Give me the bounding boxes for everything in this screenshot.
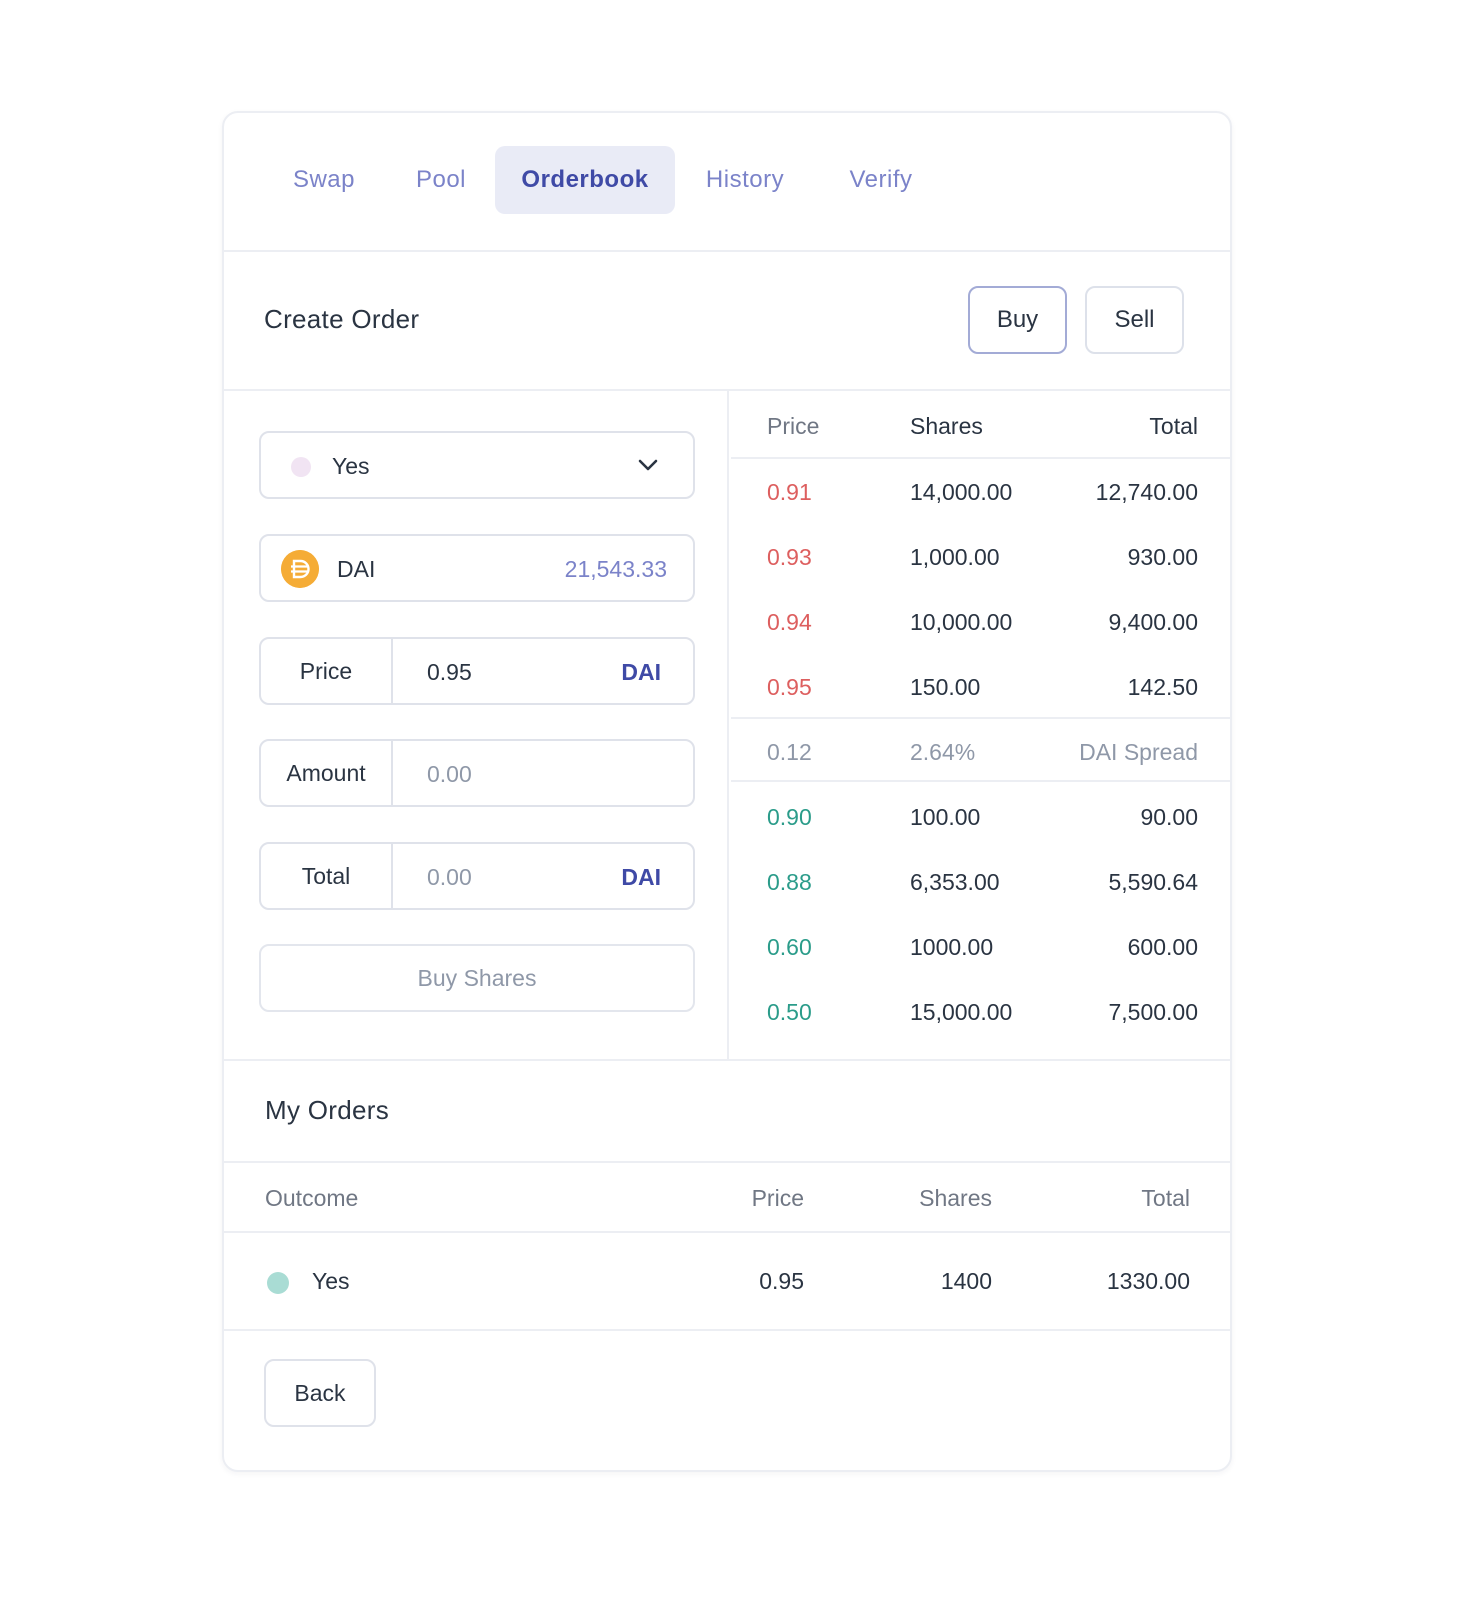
outcome-dot — [291, 457, 311, 477]
header-price: Price — [767, 413, 820, 439]
table-row[interactable]: Yes 0.95 1400 1330.00 — [224, 1233, 1230, 1331]
dai-coin-icon — [281, 550, 319, 588]
bid-shares: 1000.00 — [910, 934, 994, 960]
my-orders-table-header: Outcome Price Shares Total — [224, 1163, 1230, 1233]
tab-pool[interactable]: Pool — [394, 146, 488, 214]
token-balance: 21,543.33 — [564, 556, 667, 582]
outcome-dot — [267, 1272, 289, 1294]
bid-row[interactable]: 0.88 6,353.00 5,590.64 — [731, 849, 1230, 914]
my-orders-header: My Orders — [224, 1059, 1230, 1163]
total-unit: DAI — [621, 864, 661, 890]
bid-price: 0.60 — [767, 934, 812, 960]
orderbook-header: Price Shares Total — [731, 391, 1230, 459]
amount-label: Amount — [261, 741, 393, 805]
ask-total: 9,400.00 — [1108, 609, 1198, 635]
ask-price: 0.94 — [767, 609, 812, 635]
header-price: Price — [751, 1185, 804, 1211]
header-shares: Shares — [910, 413, 983, 439]
bid-price: 0.50 — [767, 999, 812, 1025]
price-label: Price — [261, 639, 393, 703]
price-field: Price DAI — [259, 637, 695, 705]
create-order-header: Create Order Buy Sell — [224, 252, 1230, 391]
bid-row[interactable]: 0.90 100.00 90.00 — [731, 784, 1230, 849]
header-shares: Shares — [919, 1185, 992, 1211]
tab-orderbook[interactable]: Orderbook — [495, 146, 675, 214]
ask-price: 0.91 — [767, 479, 812, 505]
bid-price: 0.88 — [767, 869, 812, 895]
chevron-down-icon — [638, 459, 658, 471]
tab-history[interactable]: History — [685, 146, 805, 214]
orderbook-table: Price Shares Total 0.91 14,000.00 12,740… — [731, 391, 1230, 1059]
price-unit: DAI — [621, 659, 661, 685]
order-shares: 1400 — [940, 1268, 992, 1294]
bid-price: 0.90 — [767, 804, 812, 830]
spread-row: 0.12 2.64% DAI Spread — [731, 717, 1230, 782]
token-balance-field: DAI 21,543.33 — [259, 534, 695, 602]
amount-field: Amount — [259, 739, 695, 807]
bid-row[interactable]: 0.50 15,000.00 7,500.00 — [731, 979, 1230, 1044]
bid-shares: 15,000.00 — [910, 999, 1013, 1025]
orderbook-card: Swap Pool Orderbook History Verify Creat… — [222, 111, 1232, 1472]
ask-shares: 14,000.00 — [910, 479, 1013, 505]
ask-row[interactable]: 0.91 14,000.00 12,740.00 — [731, 459, 1230, 524]
ask-shares: 10,000.00 — [910, 609, 1013, 635]
ask-row[interactable]: 0.95 150.00 142.50 — [731, 654, 1230, 719]
bid-shares: 100.00 — [910, 804, 981, 830]
order-total: 1330.00 — [1106, 1268, 1190, 1294]
order-form: Yes DAI 21,543.33 Price DAI Amount — [224, 391, 729, 1059]
ask-row[interactable]: 0.93 1,000.00 930.00 — [731, 524, 1230, 589]
total-field: Total DAI — [259, 842, 695, 910]
bid-shares: 6,353.00 — [910, 869, 1000, 895]
ask-price: 0.93 — [767, 544, 812, 570]
bid-total: 600.00 — [1127, 934, 1198, 960]
bid-total: 5,590.64 — [1108, 869, 1198, 895]
ask-price: 0.95 — [767, 674, 812, 700]
order-outcome: Yes — [312, 1268, 350, 1294]
price-input[interactable] — [427, 659, 607, 686]
bid-total: 90.00 — [1140, 804, 1198, 830]
back-button[interactable]: Back — [264, 1359, 376, 1427]
tab-verify[interactable]: Verify — [822, 146, 940, 214]
buy-button[interactable]: Buy — [968, 286, 1067, 354]
spread-value: 0.12 — [767, 739, 812, 765]
header-total: Total — [1141, 1185, 1190, 1211]
create-order-title: Create Order — [264, 304, 420, 334]
ask-total: 930.00 — [1127, 544, 1198, 570]
amount-input[interactable] — [427, 761, 607, 788]
my-orders-title: My Orders — [265, 1095, 390, 1125]
ask-total: 12,740.00 — [1095, 479, 1198, 505]
ask-row[interactable]: 0.94 10,000.00 9,400.00 — [731, 589, 1230, 654]
header-total: Total — [1149, 413, 1198, 439]
ask-total: 142.50 — [1127, 674, 1198, 700]
sell-button[interactable]: Sell — [1085, 286, 1184, 354]
bid-total: 7,500.00 — [1108, 999, 1198, 1025]
outcome-select[interactable]: Yes — [259, 431, 695, 499]
bid-row[interactable]: 0.60 1000.00 600.00 — [731, 914, 1230, 979]
total-label: Total — [261, 844, 393, 908]
tab-swap[interactable]: Swap — [271, 146, 377, 214]
buy-shares-button[interactable]: Buy Shares — [259, 944, 695, 1012]
ask-shares: 150.00 — [910, 674, 981, 700]
total-input[interactable] — [427, 864, 607, 891]
header-outcome: Outcome — [265, 1185, 359, 1211]
token-symbol: DAI — [337, 556, 376, 582]
order-price: 0.95 — [759, 1268, 804, 1294]
spread-label: DAI Spread — [1079, 739, 1198, 765]
tab-bar: Swap Pool Orderbook History Verify — [224, 113, 1230, 252]
outcome-value: Yes — [332, 453, 370, 479]
ask-shares: 1,000.00 — [910, 544, 1000, 570]
spread-percent: 2.64% — [910, 739, 976, 765]
